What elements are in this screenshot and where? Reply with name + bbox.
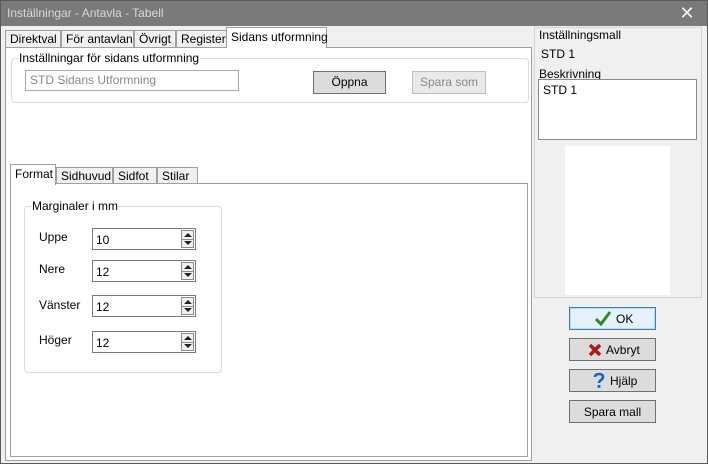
format-panel: Marginaler i mm Uppe 10 Nere 12 Vänster … xyxy=(10,183,528,457)
margin-bottom-label: Nere xyxy=(39,262,66,276)
page-settings-group-title: Inställningar för sidans utformning xyxy=(18,51,201,65)
margin-left-label: Vänster xyxy=(39,298,81,312)
ok-button[interactable]: OK xyxy=(569,307,656,330)
margin-left-value: 12 xyxy=(96,300,110,314)
margin-bottom-spinner[interactable]: 12 xyxy=(92,260,196,282)
help-label: Hjälp xyxy=(610,374,638,388)
help-button[interactable]: Hjälp xyxy=(569,369,656,392)
margin-top-label: Uppe xyxy=(39,230,68,244)
tab-format[interactable]: Format xyxy=(10,164,56,185)
margin-right-value: 12 xyxy=(96,336,110,350)
description-textarea[interactable]: STD 1 xyxy=(538,79,697,140)
page-settings-group: Inställningar för sidans utformning STD … xyxy=(11,51,529,103)
template-label: Inställningsmall xyxy=(539,28,622,42)
spinner-arrows-icon[interactable] xyxy=(181,333,194,351)
margin-right-spinner[interactable]: 12 xyxy=(92,331,196,353)
margin-bottom-value: 12 xyxy=(96,265,110,279)
save-template-label: Spara mall xyxy=(583,405,642,419)
open-button[interactable]: Öppna xyxy=(313,71,386,94)
tab-panel-sidans-utformning: Inställningar för sidans utformning STD … xyxy=(5,47,532,461)
window-title: Inställningar - Antavla - Tabell xyxy=(7,6,164,20)
question-mark-icon xyxy=(593,372,605,388)
settings-window: Inställningar - Antavla - Tabell ✕ Direk… xyxy=(0,0,708,464)
margin-right-label: Höger xyxy=(39,333,72,347)
left-pane: Direktval För antavlan Övrigt Register S… xyxy=(4,27,532,461)
margins-group-title: Marginaler i mm xyxy=(31,199,120,213)
red-x-icon xyxy=(588,343,602,357)
tab-sidans-utformning[interactable]: Sidans utformning xyxy=(226,27,328,48)
page-preview xyxy=(565,146,670,295)
margin-top-value: 10 xyxy=(96,233,110,247)
margin-top-spinner[interactable]: 10 xyxy=(92,228,196,250)
ok-label: OK xyxy=(616,312,634,326)
save-template-button[interactable]: Spara mall xyxy=(569,400,656,423)
spinner-arrows-icon[interactable] xyxy=(181,297,194,315)
spinner-arrows-icon[interactable] xyxy=(181,230,194,248)
right-pane: Inställningsmall STD 1 Beskrivning STD 1… xyxy=(534,27,706,461)
template-value: STD 1 xyxy=(537,44,699,64)
close-icon[interactable]: ✕ xyxy=(673,2,701,24)
tab-direktval[interactable]: Direktval xyxy=(5,30,61,48)
margin-left-spinner[interactable]: 12 xyxy=(92,295,196,317)
tab-ovrigt[interactable]: Övrigt xyxy=(134,30,176,48)
title-bar: Inställningar - Antavla - Tabell ✕ xyxy=(1,1,707,26)
tab-register[interactable]: Register xyxy=(176,30,227,48)
cancel-button[interactable]: Avbryt xyxy=(569,338,656,361)
spinner-arrows-icon[interactable] xyxy=(181,262,194,280)
cancel-label: Avbryt xyxy=(606,343,640,357)
save-as-button[interactable]: Spara som xyxy=(412,71,486,94)
template-name-input[interactable]: STD Sidans Utformning xyxy=(25,70,239,91)
margins-group: Marginaler i mm Uppe 10 Nere 12 Vänster … xyxy=(24,199,222,373)
checkmark-icon xyxy=(595,311,611,326)
tab-for-antavlan[interactable]: För antavlan xyxy=(61,30,134,48)
